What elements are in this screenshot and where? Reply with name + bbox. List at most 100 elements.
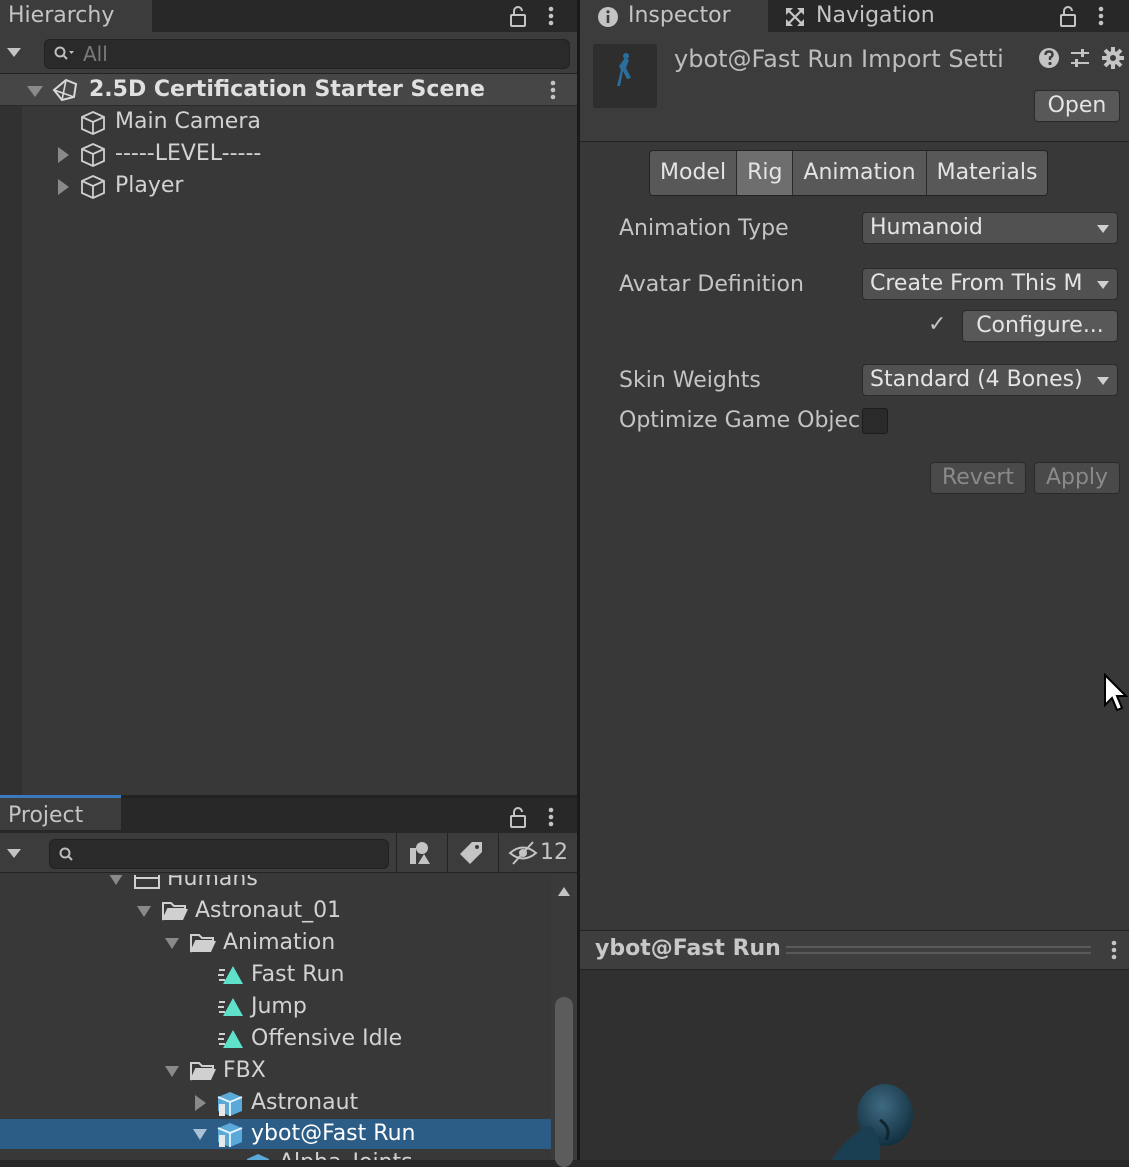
tab-animation[interactable]: Animation: [793, 151, 927, 195]
more-vert-icon[interactable]: [541, 805, 561, 829]
tree-item-fast-run-clip[interactable]: Fast Run: [0, 959, 551, 991]
chevron-down-icon: [1097, 225, 1109, 233]
hierarchy-item-level[interactable]: -----LEVEL-----: [0, 138, 577, 170]
gameobject-cube-icon: [80, 142, 106, 168]
expand-arrow-icon[interactable]: [192, 1126, 208, 1142]
tab-rig[interactable]: Rig: [737, 151, 794, 195]
tree-item-label: Astronaut_01: [195, 898, 342, 923]
tab-navigation[interactable]: Navigation: [768, 0, 968, 32]
more-vert-icon[interactable]: [1091, 4, 1111, 28]
create-dropdown-icon[interactable]: [4, 42, 24, 62]
preview-viewport[interactable]: [580, 970, 1129, 1160]
lock-icon[interactable]: [508, 805, 528, 829]
scroll-thumb[interactable]: [555, 997, 573, 1167]
preview-drag-handle[interactable]: [786, 946, 1091, 954]
hierarchy-item-label: Main Camera: [115, 109, 261, 134]
project-scrollbar[interactable]: [551, 875, 577, 1167]
hierarchy-search-input[interactable]: All: [44, 39, 570, 69]
more-vert-icon[interactable]: [541, 4, 561, 28]
tree-item-fbx-folder[interactable]: FBX: [0, 1055, 551, 1087]
tab-project[interactable]: Project: [0, 795, 121, 830]
lock-icon[interactable]: [1058, 4, 1078, 28]
tab-project-label: Project: [8, 803, 84, 828]
hidden-eye-icon[interactable]: [508, 840, 538, 866]
tree-item-astronaut-01[interactable]: Astronaut_01: [0, 895, 551, 927]
apply-button[interactable]: Apply: [1034, 462, 1120, 494]
animation-type-label: Animation Type: [619, 216, 789, 241]
chevron-down-icon: [1097, 281, 1109, 289]
optimize-game-objects-label: Optimize Game Objec: [619, 408, 859, 433]
tree-item-jump-clip[interactable]: Jump: [0, 991, 551, 1023]
project-panel: Project 12 Humans Astronaut_01 Animation…: [0, 795, 577, 1167]
hierarchy-toolbar: All: [0, 32, 577, 74]
search-icon: [53, 45, 75, 63]
hierarchy-item-player[interactable]: Player: [0, 170, 577, 202]
folder-open-icon: [161, 899, 189, 923]
optimize-game-objects-checkbox[interactable]: [862, 408, 888, 434]
expand-arrow-icon[interactable]: [164, 1063, 180, 1079]
character-model-preview: [832, 1084, 913, 1160]
tree-item-astronaut-model[interactable]: Astronaut: [0, 1087, 551, 1119]
mesh-icon: [245, 1152, 271, 1160]
filter-by-type-icon[interactable]: [406, 840, 434, 866]
hierarchy-gutter: [0, 106, 22, 795]
gear-icon[interactable]: [1101, 46, 1125, 70]
scene-row[interactable]: 2.5D Certification Starter Scene: [0, 74, 577, 106]
avatar-definition-label: Avatar Definition: [619, 272, 804, 297]
expand-arrow-icon[interactable]: [108, 875, 124, 887]
unity-scene-icon: [52, 78, 78, 102]
tree-item-animation-folder[interactable]: Animation: [0, 927, 551, 959]
folder-icon: [133, 875, 161, 891]
tab-materials[interactable]: Materials: [926, 151, 1048, 195]
project-tree: Humans Astronaut_01 Animation Fast Run J…: [0, 875, 551, 1160]
tree-item-ybot-fast-run[interactable]: ybot@Fast Run: [0, 1119, 551, 1149]
tree-item-offensive-idle-clip[interactable]: Offensive Idle: [0, 1023, 551, 1055]
tab-model[interactable]: Model: [650, 151, 738, 195]
avatar-definition-value: Create From This M: [870, 271, 1083, 296]
avatar-definition-dropdown[interactable]: Create From This M: [862, 268, 1118, 300]
revert-button[interactable]: Revert: [930, 462, 1026, 494]
inspector-panel: Inspector Navigation ybot@Fast Run Impor…: [580, 0, 1129, 930]
hidden-count: 12: [540, 840, 568, 865]
expand-arrow-icon[interactable]: [55, 146, 71, 164]
tree-item-label: FBX: [223, 1058, 266, 1083]
help-icon[interactable]: [1038, 47, 1060, 69]
tab-hierarchy[interactable]: Hierarchy: [0, 0, 152, 32]
checkmark-icon: ✓: [928, 312, 947, 337]
tree-item-alpha-joints[interactable]: Alpha_Joints: [0, 1149, 551, 1160]
preview-title: ybot@Fast Run: [595, 936, 781, 961]
expand-arrow-icon[interactable]: [26, 82, 44, 100]
presets-sliders-icon[interactable]: [1069, 47, 1091, 69]
open-button[interactable]: Open: [1034, 90, 1120, 122]
tab-inspector[interactable]: Inspector: [580, 0, 768, 32]
preview-header[interactable]: ybot@Fast Run: [580, 930, 1129, 970]
tab-inspector-label: Inspector: [628, 3, 731, 28]
asset-thumbnail: [593, 44, 657, 108]
scene-more-icon[interactable]: [543, 78, 563, 102]
tree-item-label: Humans: [167, 875, 258, 891]
tree-item-humans[interactable]: Humans: [0, 875, 551, 895]
tag-icon[interactable]: [458, 840, 484, 866]
import-settings-tabs: Model Rig Animation Materials: [649, 150, 1049, 196]
inspector-tabbar: Inspector Navigation: [580, 0, 1129, 32]
skin-weights-dropdown[interactable]: Standard (4 Bones): [862, 364, 1118, 396]
folder-open-icon: [189, 931, 217, 955]
lock-icon[interactable]: [508, 4, 528, 28]
scroll-up-icon[interactable]: [557, 885, 571, 897]
animation-clip-icon: [217, 1028, 245, 1050]
scene-name: 2.5D Certification Starter Scene: [89, 77, 485, 102]
configure-button[interactable]: Configure...: [962, 310, 1118, 342]
expand-arrow-icon[interactable]: [164, 935, 180, 951]
expand-arrow-icon[interactable]: [55, 178, 71, 196]
more-vert-icon[interactable]: [1104, 938, 1124, 962]
chevron-down-icon: [1097, 377, 1109, 385]
expand-arrow-icon[interactable]: [136, 903, 152, 919]
create-dropdown-icon[interactable]: [4, 843, 24, 863]
animation-type-dropdown[interactable]: Humanoid: [862, 212, 1118, 244]
expand-arrow-icon[interactable]: [192, 1094, 208, 1112]
project-search-input[interactable]: [49, 839, 389, 869]
animation-clip-icon: [217, 964, 245, 986]
hierarchy-item-main-camera[interactable]: Main Camera: [0, 106, 577, 138]
tree-item-label: ybot@Fast Run: [251, 1121, 416, 1146]
skin-weights-value: Standard (4 Bones): [870, 367, 1083, 392]
